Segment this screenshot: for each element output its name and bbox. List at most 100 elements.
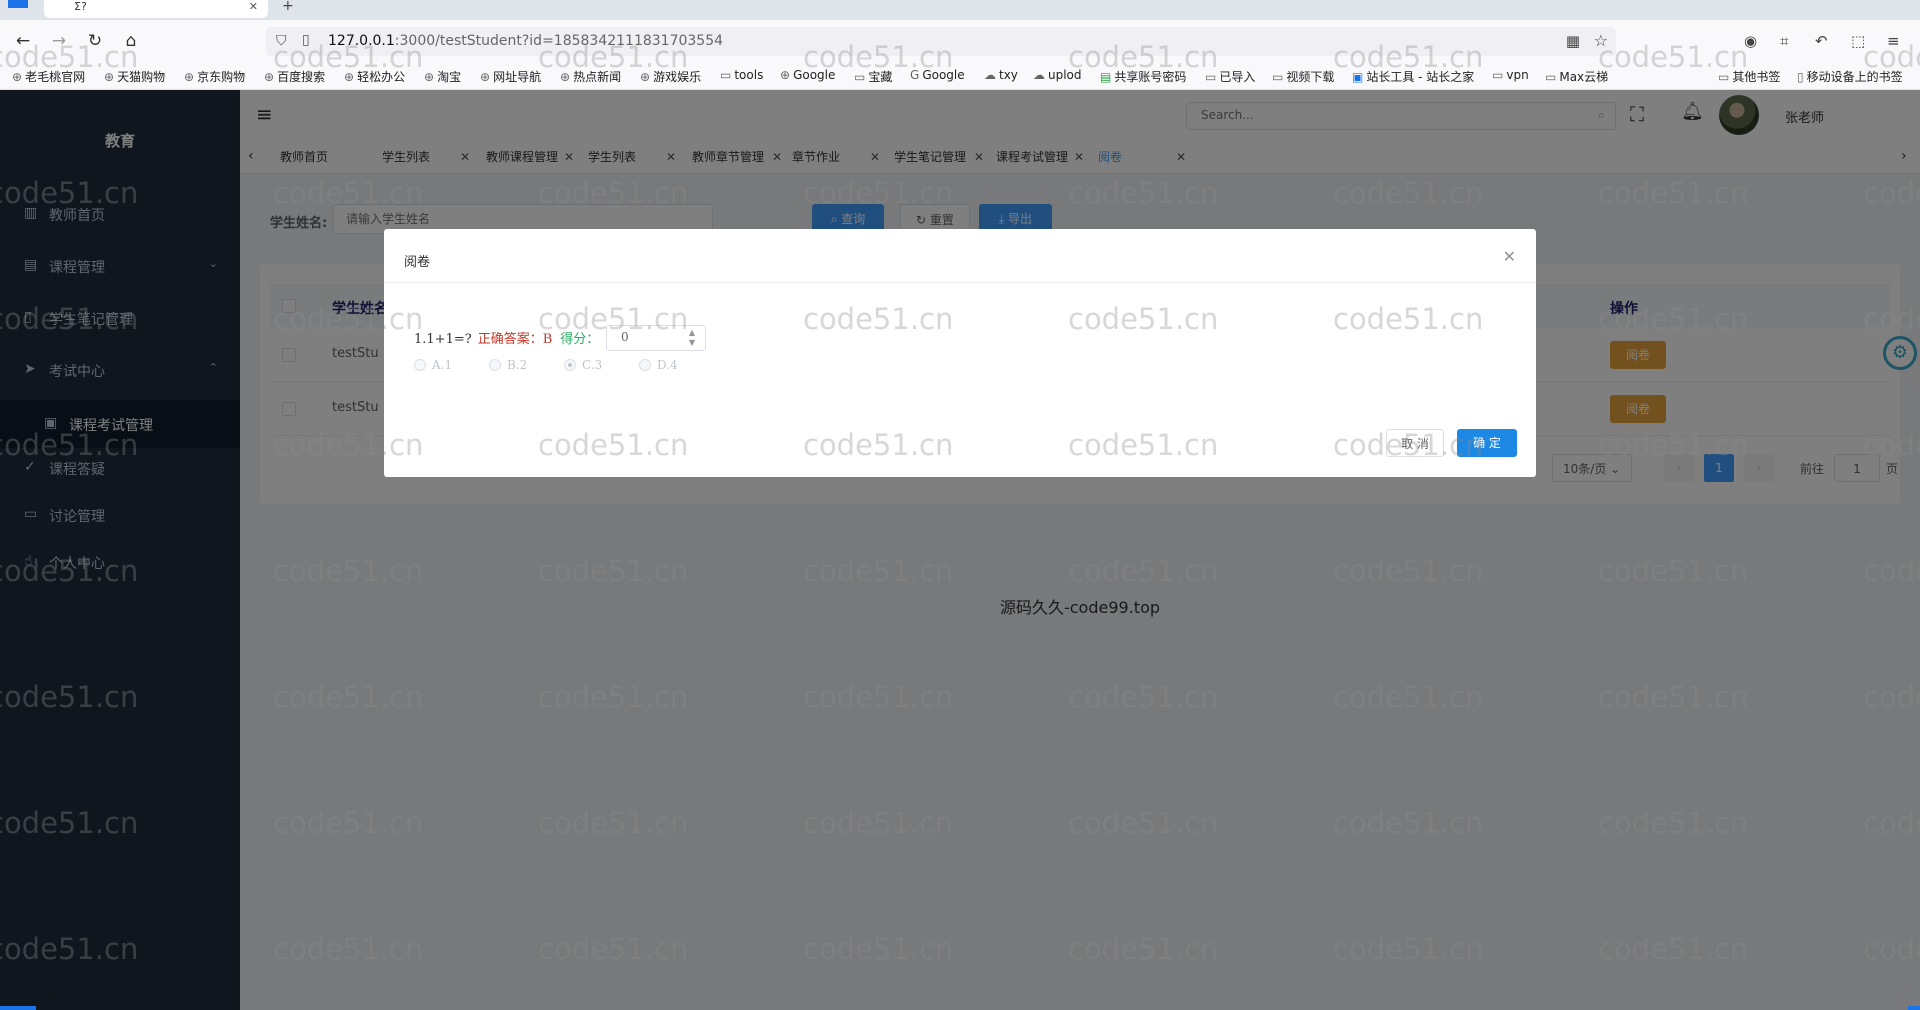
bookmark-label: 站长工具 - 站长之家 [1366, 70, 1475, 84]
bookmark-label: 共享账号密码 [1114, 70, 1187, 84]
extensions-icon[interactable]: ⬚ [1851, 32, 1865, 50]
bookmark-label: 已导入 [1219, 70, 1256, 84]
bookmark-folder[interactable]: ▭ 宝藏 [854, 68, 892, 85]
bookmark-star-icon[interactable]: ☆ [1594, 31, 1608, 50]
option-label: B.2 [507, 358, 528, 372]
globe-icon: ⊕ [424, 70, 435, 84]
globe-icon: ⊕ [780, 68, 791, 82]
bookmark-label: 老毛桃官网 [25, 70, 86, 84]
radio-a [414, 359, 426, 371]
bookmark-item[interactable]: ⊕ 网址导航 [480, 68, 541, 85]
qr-code-icon[interactable]: ▦ [1566, 32, 1580, 50]
bookmark-item[interactable]: ⊕ 淘宝 [424, 68, 461, 85]
question-text: 1.1+1=? [414, 332, 472, 347]
cloud-icon: ☁ [1033, 68, 1045, 82]
bookmark-item[interactable]: ⊕ 京东购物 [184, 68, 245, 85]
folder-icon: ▭ [720, 68, 732, 82]
option-label: D.4 [657, 358, 678, 372]
new-tab-icon[interactable]: + [282, 0, 294, 14]
forward-icon[interactable]: → [48, 30, 70, 52]
bookmark-folder[interactable]: ▯ 移动设备上的书签 [1797, 68, 1903, 85]
option-label: A.1 [432, 358, 453, 372]
browser-navbar: ← → ↻ ⌂ ⛉ ▯ 127.0.0.1:3000/testStudent?i… [0, 20, 1920, 62]
radio-c-selected [564, 359, 576, 371]
bookmark-label: uplod [1048, 68, 1082, 82]
radio-b [489, 359, 501, 371]
stepper-arrows-icon[interactable]: ▲ ▼ [689, 328, 695, 348]
bookmark-item[interactable]: ⊕ 百度搜索 [264, 68, 325, 85]
globe-icon: ⊕ [12, 70, 23, 84]
grading-dialog: 阅卷 ✕ 1.1+1=? 正确答案：B 得分： 0 ▲ ▼ A.1 B.2 C.3 D… [384, 229, 1536, 477]
url-text[interactable]: 127.0.0.1:3000/testStudent?id=1858342111… [328, 33, 723, 49]
bookmark-item[interactable]: ⊕ 轻松办公 [344, 68, 405, 85]
option-c: C.3 [564, 358, 602, 372]
bookmark-item[interactable]: ⊕ 老毛桃官网 [12, 68, 85, 85]
bookmark-label: Google [922, 68, 965, 82]
undo-icon[interactable]: ↶ [1815, 32, 1828, 50]
taskbar-accent [1908, 1006, 1920, 1010]
bookmark-item[interactable]: ⊕ 热点新闻 [560, 68, 621, 85]
url-path: :3000/testStudent?id=1858342111831703554 [394, 33, 724, 49]
url-host: 127.0.0.1 [328, 33, 395, 49]
option-d: D.4 [639, 358, 678, 372]
bookmark-folder[interactable]: ▭ Max云梯 [1545, 68, 1608, 85]
radio-d [639, 359, 651, 371]
crop-icon[interactable]: ⌗ [1780, 32, 1788, 50]
dialog-title: 阅卷 [404, 255, 431, 270]
globe-icon: ⊕ [344, 70, 355, 84]
question-line: 1.1+1=? 正确答案：B 得分： [414, 328, 599, 347]
bookmark-item[interactable]: G Google [910, 68, 965, 82]
bookmark-folder[interactable]: ▭ vpn [1492, 68, 1529, 82]
address-bar[interactable]: ⛉ ▯ 127.0.0.1:3000/testStudent?id=185834… [266, 27, 1616, 56]
bookmark-label: txy [999, 68, 1018, 82]
bookmark-label: 其他书签 [1732, 70, 1781, 84]
bookmark-label: vpn [1506, 68, 1529, 82]
bookmark-label: 天猫购物 [117, 70, 166, 84]
close-tab-icon[interactable]: ✕ [249, 0, 258, 13]
bookmark-item[interactable]: ⊕ 天猫购物 [104, 68, 165, 85]
bookmark-folder[interactable]: ▭ 其他书签 [1718, 68, 1780, 85]
bookmark-folder[interactable]: ▭ 已导入 [1205, 68, 1255, 85]
bookmark-label: 京东购物 [197, 70, 246, 84]
option-a: A.1 [414, 358, 452, 372]
back-icon[interactable]: ← [12, 30, 34, 52]
bookmark-label: Max云梯 [1559, 70, 1609, 84]
browser-tab-title: Σ? [74, 0, 87, 13]
bookmark-item[interactable]: ⊕ 游戏娱乐 [640, 68, 701, 85]
menu-icon[interactable]: ≡ [1887, 32, 1900, 50]
score-stepper[interactable]: 0 ▲ ▼ [606, 325, 706, 351]
bookmark-folder[interactable]: ▭ 视频下载 [1272, 68, 1334, 85]
globe-icon: ⊕ [560, 70, 571, 84]
taskbar-accent [0, 1006, 36, 1010]
bookmark-folder[interactable]: ▭ tools [720, 68, 763, 82]
close-icon[interactable]: ✕ [1503, 247, 1516, 266]
reload-icon[interactable]: ↻ [84, 30, 106, 52]
bookmark-label: 游戏娱乐 [653, 70, 702, 84]
google-icon: G [910, 68, 920, 82]
bookmark-label: Google [793, 68, 836, 82]
mobile-icon: ▯ [1797, 70, 1804, 84]
app-menu-icon[interactable] [8, 0, 28, 8]
cancel-button[interactable]: 取 消 [1386, 429, 1444, 457]
bookmark-item[interactable]: ☁ uplod [1033, 68, 1082, 82]
bookmark-item[interactable]: ⊕ Google [780, 68, 835, 82]
score-value[interactable]: 0 [621, 330, 629, 344]
folder-icon: ▭ [1718, 70, 1730, 84]
bookmark-label: 视频下载 [1286, 70, 1335, 84]
account-icon[interactable]: ◉ [1744, 32, 1757, 50]
shield-icon[interactable]: ⛉ [276, 33, 287, 49]
bookmark-label: 网址导航 [493, 70, 542, 84]
folder-icon: ▭ [1492, 68, 1504, 82]
confirm-button[interactable]: 确 定 [1457, 429, 1517, 457]
bookmark-label: 移动设备上的书签 [1806, 70, 1903, 84]
globe-icon: ⊕ [104, 70, 115, 84]
browser-tab[interactable]: Σ? ✕ [44, 0, 268, 18]
home-icon[interactable]: ⌂ [120, 30, 142, 52]
globe-icon: ⊕ [640, 70, 651, 84]
modal-overlay[interactable] [0, 90, 1920, 1010]
option-label: C.3 [582, 358, 603, 372]
bookmark-item[interactable]: ▤ 共享账号密码 [1100, 68, 1186, 85]
bookmark-label: 热点新闻 [573, 70, 622, 84]
bookmark-item[interactable]: ☁ txy [984, 68, 1018, 82]
bookmark-item[interactable]: ▣ 站长工具 - 站长之家 [1352, 68, 1474, 85]
